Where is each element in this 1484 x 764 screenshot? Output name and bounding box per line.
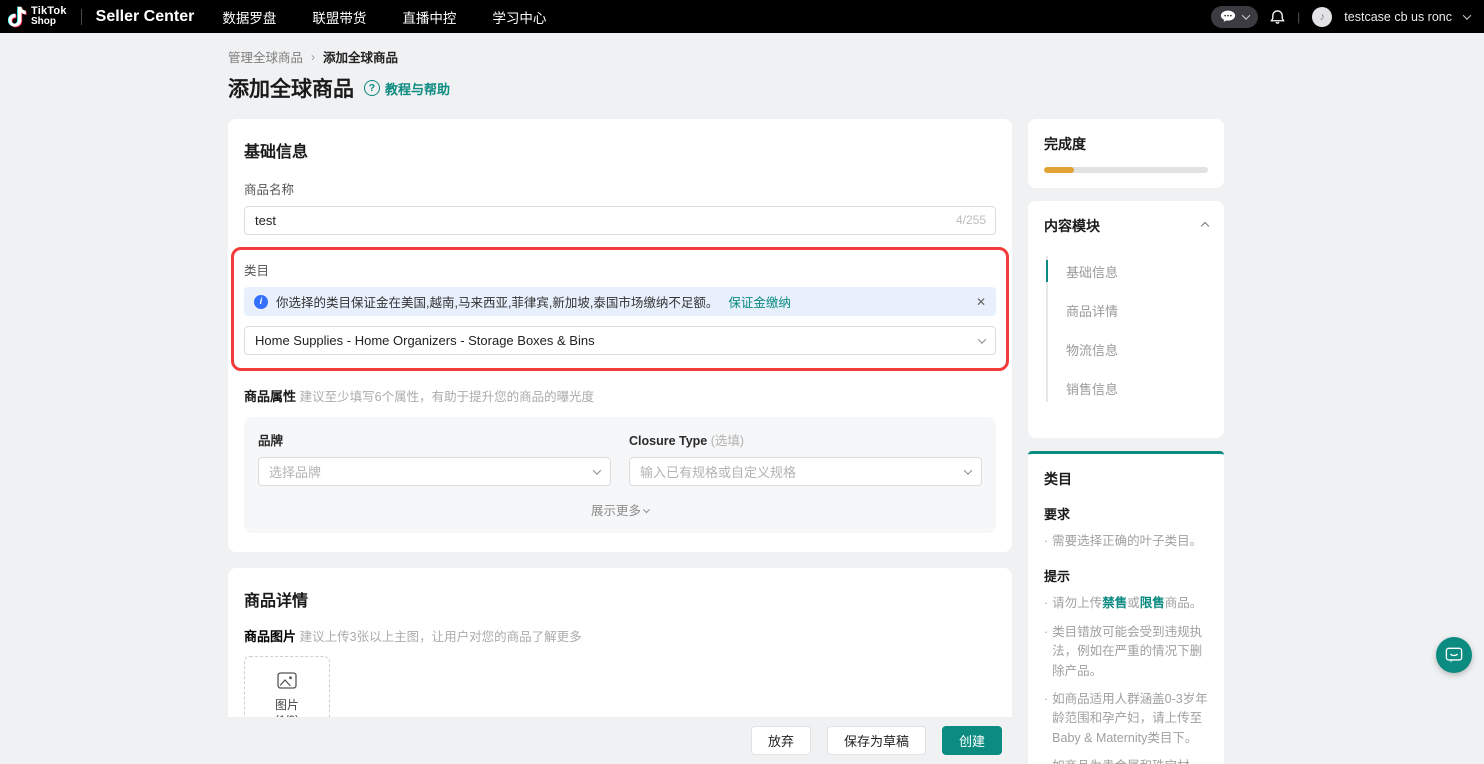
- completion-progress-bar: [1044, 167, 1208, 173]
- brand-placeholder: 选择品牌: [269, 462, 321, 481]
- optional-tag: (选填): [711, 434, 744, 448]
- nav-item-affiliate[interactable]: 联盟带货: [312, 7, 366, 27]
- prohibited-link[interactable]: 禁售: [1102, 596, 1127, 610]
- avatar[interactable]: ♪: [1312, 7, 1332, 27]
- page-title: 添加全球商品: [228, 73, 354, 103]
- completion-fill: [1044, 167, 1074, 173]
- chevron-down-icon: [643, 506, 650, 513]
- breadcrumb-separator: ›: [311, 50, 315, 64]
- product-name-label: 商品名称: [244, 179, 996, 198]
- attributes-title: 商品属性: [244, 389, 296, 404]
- module-item-logistics[interactable]: 物流信息: [1046, 330, 1208, 369]
- category-annotation-box: 类目 i 你选择的类目保证金在美国,越南,马来西亚,菲律宾,新加坡,泰国市场缴纳…: [231, 247, 1009, 371]
- chevron-down-icon: [964, 466, 972, 474]
- module-item-sales[interactable]: 销售信息: [1046, 369, 1208, 408]
- save-draft-button[interactable]: 保存为草稿: [827, 726, 926, 755]
- chat-smile-icon: [1445, 647, 1463, 664]
- char-counter: 4/255: [956, 213, 986, 227]
- breadcrumb: 管理全球商品 › 添加全球商品: [228, 47, 1484, 66]
- notifications-bell-icon[interactable]: [1270, 9, 1285, 25]
- collapse-chevron-icon[interactable]: [1201, 222, 1209, 230]
- tiktok-shop-logo[interactable]: TikTok Shop: [8, 6, 67, 28]
- deposit-warning-banner: i 你选择的类目保证金在美国,越南,马来西亚,菲律宾,新加坡,泰国市场缴纳不足额…: [244, 287, 996, 316]
- chevron-down-icon: [593, 466, 601, 474]
- chat-bubble-icon: [1220, 10, 1236, 23]
- seller-center-home-link[interactable]: Seller Center: [96, 8, 195, 26]
- chevron-down-icon: [978, 335, 986, 343]
- brand-label: 品牌: [258, 430, 611, 449]
- deposit-pay-link[interactable]: 保证金缴纳: [728, 292, 791, 311]
- nav-divider: [81, 9, 82, 25]
- banner-close-icon[interactable]: ✕: [976, 295, 986, 309]
- tips-title: 提示: [1044, 566, 1208, 585]
- completion-card: 完成度: [1028, 119, 1224, 188]
- module-item-basic-info[interactable]: 基础信息: [1046, 252, 1208, 291]
- action-footer: 放弃 保存为草稿 创建: [0, 717, 1012, 764]
- basic-info-card: 基础信息 商品名称 4/255 类目 i 你选择的类目保证金在美国,越南,马来西…: [228, 119, 1012, 552]
- tip-item: · 如商品适用人群涵盖0-3岁年龄范围和孕产妇，请上传至Baby & Mater…: [1044, 690, 1208, 748]
- images-heading: 商品图片 建议上传3张以上主图，让用户对您的商品了解更多: [244, 626, 996, 645]
- nav-item-data-compass[interactable]: 数据罗盘: [222, 7, 276, 27]
- nav-item-live-console[interactable]: 直播中控: [402, 7, 456, 27]
- top-navbar: TikTok Shop Seller Center 数据罗盘 联盟带货 直播中控…: [0, 0, 1484, 33]
- images-hint: 建议上传3张以上主图，让用户对您的商品了解更多: [300, 630, 582, 644]
- product-name-input[interactable]: [244, 206, 996, 235]
- closure-placeholder: 输入已有规格或自定义规格: [640, 462, 796, 481]
- help-link-label: 教程与帮助: [385, 79, 450, 98]
- category-help-card: 类目 要求 · 需要选择正确的叶子类目。 提示 · 请勿上传禁售或限售商品。: [1028, 451, 1224, 764]
- tutorial-help-link[interactable]: ? 教程与帮助: [364, 79, 450, 98]
- tiktok-note-icon: [8, 6, 27, 28]
- category-value: Home Supplies - Home Organizers - Storag…: [255, 333, 595, 348]
- logo-wordmark: TikTok Shop: [31, 6, 67, 27]
- closure-type-select[interactable]: 输入已有规格或自定义规格: [629, 457, 982, 486]
- tip-item: · 如商品为贵金属和珠宝材质，请上传至Jewellery Accessories…: [1044, 757, 1208, 764]
- modules-title: 内容模块: [1044, 216, 1100, 236]
- breadcrumb-current: 添加全球商品: [323, 47, 398, 66]
- category-label: 类目: [244, 260, 996, 279]
- attributes-heading: 商品属性 建议至少填写6个属性，有助于提升您的商品的曝光度: [244, 386, 996, 405]
- detail-title: 商品详情: [244, 587, 996, 611]
- image-placeholder-icon: [277, 672, 297, 690]
- nav-separator: |: [1297, 10, 1300, 24]
- messages-button[interactable]: [1211, 6, 1258, 28]
- info-icon: i: [254, 295, 268, 309]
- chevron-down-icon: [1242, 11, 1250, 19]
- completion-title: 完成度: [1044, 134, 1208, 154]
- tip-item-prohibited: · 请勿上传禁售或限售商品。: [1044, 594, 1208, 613]
- attributes-box: 品牌 选择品牌 Closure Type (选填): [244, 417, 996, 533]
- category-select[interactable]: Home Supplies - Home Organizers - Storag…: [244, 326, 996, 355]
- requirement-item: · 需要选择正确的叶子类目。: [1044, 532, 1208, 551]
- category-help-title: 类目: [1044, 469, 1208, 489]
- closure-type-label: Closure Type (选填): [629, 430, 982, 449]
- breadcrumb-parent[interactable]: 管理全球商品: [228, 47, 303, 66]
- upload-label: 图片: [275, 696, 299, 713]
- create-button[interactable]: 创建: [942, 726, 1002, 755]
- nav-item-learning-center[interactable]: 学习中心: [492, 7, 546, 27]
- attributes-hint: 建议至少填写6个属性，有助于提升您的商品的曝光度: [300, 390, 594, 404]
- show-more-button[interactable]: 展示更多: [258, 500, 982, 519]
- user-name[interactable]: testcase cb us ronc: [1344, 10, 1452, 24]
- user-menu-chevron-icon[interactable]: [1463, 11, 1471, 19]
- discard-button[interactable]: 放弃: [751, 726, 811, 755]
- brand-select[interactable]: 选择品牌: [258, 457, 611, 486]
- content-modules-card: 内容模块 基础信息 商品详情 物流信息 销售信息: [1028, 201, 1224, 438]
- basic-info-title: 基础信息: [244, 138, 996, 162]
- page-body: 管理全球商品 › 添加全球商品 添加全球商品 ? 教程与帮助 基础信息 商品名称…: [0, 33, 1484, 764]
- requirement-title: 要求: [1044, 504, 1208, 523]
- module-item-product-detail[interactable]: 商品详情: [1046, 291, 1208, 330]
- restricted-link[interactable]: 限售: [1140, 596, 1165, 610]
- tip-item: · 类目错放可能会受到违规执法，例如在严重的情况下删除产品。: [1044, 623, 1208, 681]
- help-question-icon: ?: [364, 80, 380, 96]
- images-label: 商品图片: [244, 629, 296, 644]
- banner-text: 你选择的类目保证金在美国,越南,马来西亚,菲律宾,新加坡,泰国市场缴纳不足额。: [276, 292, 718, 311]
- support-chat-fab[interactable]: [1436, 637, 1472, 673]
